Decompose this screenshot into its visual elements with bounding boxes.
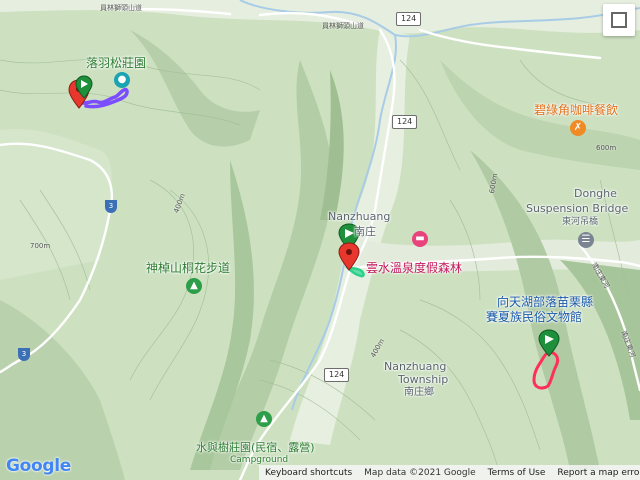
place-xiangtianhu-1[interactable]: 向天湖部落苗栗縣 (497, 296, 593, 308)
report-error-link[interactable]: Report a map error (551, 468, 640, 478)
keyboard-shortcuts-link[interactable]: Keyboard shortcuts (259, 468, 358, 478)
google-logo[interactable]: Google (6, 456, 71, 476)
bridge-icon[interactable]: ☰ (578, 232, 594, 248)
town-nanzhuang-en[interactable]: Nanzhuang (328, 211, 390, 222)
road-label: 員林獅頭山道 (100, 4, 142, 12)
restaurant-icon[interactable]: ✗ (570, 120, 586, 136)
provincial-3-shield: 3 (105, 200, 117, 213)
place-donghe-zh[interactable]: 東河吊橋 (562, 218, 598, 227)
terrain-layer (0, 0, 640, 480)
place-luoyu[interactable]: 落羽松莊園 (86, 57, 146, 69)
hotel-icon[interactable]: ● (114, 72, 130, 88)
road-label: 員林獅頭山道 (322, 22, 364, 30)
place-bilvjiao[interactable]: 碧綠角咖啡餐飲 (534, 104, 618, 116)
attribution-bar: Keyboard shortcuts Map data ©2021 Google… (259, 465, 640, 480)
fullscreen-icon (618, 19, 627, 28)
town-nanzhuang-zh[interactable]: 南庄 (354, 226, 376, 237)
terms-link[interactable]: Terms of Use (482, 468, 552, 478)
place-xiangtianhu-2[interactable]: 賽夏族民俗文物館 (486, 311, 582, 323)
campground-icon[interactable]: ▲ (256, 411, 272, 427)
place-yunshui[interactable]: 雲水溫泉度假森林 (366, 262, 462, 274)
place-donghe-en-2[interactable]: Suspension Bridge (526, 203, 628, 214)
place-shenzhang[interactable]: 神棹山桐花步道 (146, 262, 230, 274)
elevation-label: 600m (596, 144, 617, 152)
township-zh[interactable]: 南庄鄉 (404, 388, 434, 398)
place-donghe-en-1[interactable]: Donghe (574, 188, 617, 199)
route-124-shield: 124 (396, 12, 422, 26)
place-shuiyushu-en[interactable]: Campground (230, 456, 288, 465)
elevation-label: 700m (30, 242, 51, 250)
provincial-3-shield: 3 (18, 348, 30, 361)
township-en-1[interactable]: Nanzhuang (384, 361, 446, 372)
township-en-2[interactable]: Township (398, 374, 448, 385)
fullscreen-button[interactable] (603, 4, 635, 36)
hiking-icon[interactable]: ▲ (186, 278, 202, 294)
bed-icon[interactable]: ▬ (412, 231, 428, 247)
map-data-text: Map data ©2021 Google (364, 467, 476, 478)
map-canvas[interactable]: 124 124 124 3 3 員林獅頭山道 員林獅頭山道 南庄東河 南庄東河 … (0, 0, 640, 480)
place-shuiyushu[interactable]: 水與樹莊園(民宿、露營) (196, 442, 315, 453)
route-124-shield: 124 (324, 368, 350, 382)
google-logo-text: Google (6, 456, 72, 476)
route-124-shield: 124 (392, 115, 418, 129)
